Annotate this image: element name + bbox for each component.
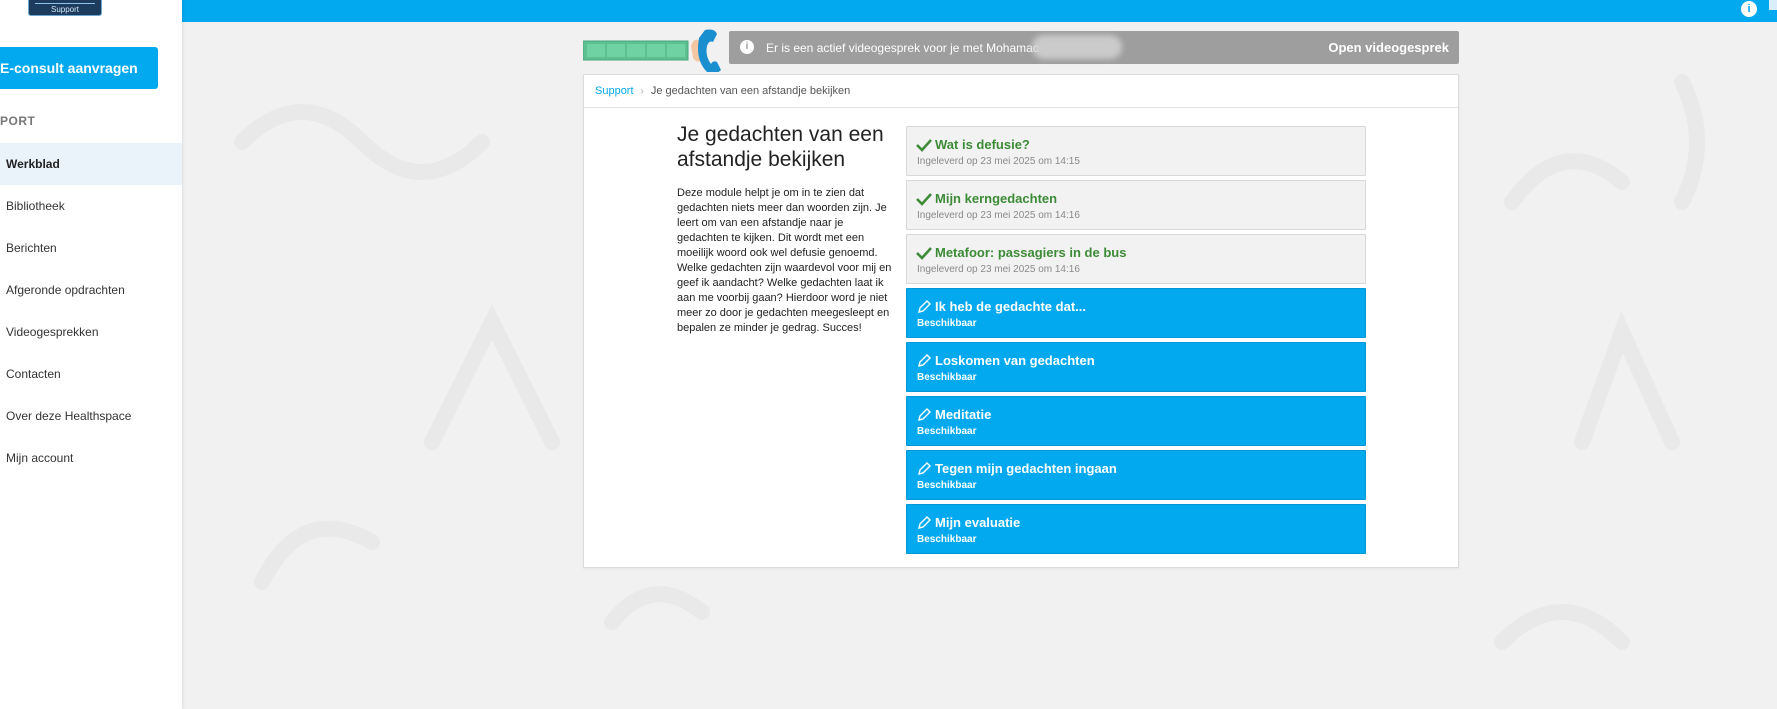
sidebar-item-mijn-account[interactable]: Mijn account [0,437,182,479]
chevron-right-icon: › [640,86,644,97]
redacted-name [1032,35,1122,59]
task-item-tegen-gedachten[interactable]: Tegen mijn gedachten ingaan Beschikbaar [906,450,1366,500]
active-call-banner: i Er is een actief videogesprek voor je … [729,31,1459,64]
sidebar-nav: Werkblad Bibliotheek Berichten Afgeronde… [0,143,182,479]
page-title: Je gedachten van een afstandje bekijken [677,123,884,171]
task-status: Beschikbaar [917,372,977,383]
task-item-wat-is-defusie[interactable]: Wat is defusie? Ingeleverd op 23 mei 202… [906,126,1366,176]
task-item-metafoor-passagiers[interactable]: Metafoor: passagiers in de bus Ingelever… [906,234,1366,284]
sidebar-item-videogesprekken[interactable]: Videogesprekken [0,311,182,353]
module-card: Support › Je gedachten van een afstandje b… [583,74,1459,568]
task-item-ik-heb-de-gedachte[interactable]: Ik heb de gedachte dat... Beschikbaar [906,288,1366,338]
logo-text: Support [50,5,80,14]
task-title: Tegen mijn gedachten ingaan [935,461,1117,476]
pencil-icon [918,408,931,421]
breadcrumb-current: Je gedachten van een afstandje bekijken [650,85,851,97]
module-intro: Je gedachten van een afstandje bekijken … [677,122,897,336]
video-call-icon [583,29,721,72]
task-status: Ingeleverd op 23 mei 2025 om 14:15 [917,156,1080,167]
task-title: Ik heb de gedachte dat... [935,299,1086,314]
task-item-mijn-evaluatie[interactable]: Mijn evaluatie Beschikbaar [906,504,1366,554]
sidebar-item-afgeronde-opdrachten[interactable]: Afgeronde opdrachten [0,269,182,311]
sidebar-item-bibliotheek[interactable]: Bibliotheek [0,185,182,227]
task-status: Beschikbaar [917,534,977,545]
task-title: Meditatie [935,407,992,422]
task-title: Mijn kerngedachten [935,191,1058,206]
check-icon [916,193,932,206]
task-list: Wat is defusie? Ingeleverd op 23 mei 202… [906,126,1366,558]
task-item-meditatie[interactable]: Meditatie Beschikbaar [906,396,1366,446]
info-icon[interactable]: i [1741,1,1757,17]
sidebar: Support E-consult aanvragen PORT Werkbla… [0,0,182,709]
sidebar-item-berichten[interactable]: Berichten [0,227,182,269]
task-status: Beschikbaar [917,318,977,329]
task-title: Mijn evaluatie [935,515,1021,530]
check-icon [916,247,932,260]
logo[interactable]: Support [28,0,102,16]
logo-line [35,3,95,4]
task-item-mijn-kerngedachten[interactable]: Mijn kerngedachten Ingeleverd op 23 mei … [906,180,1366,230]
task-status: Beschikbaar [917,426,977,437]
task-title: Metafoor: passagiers in de bus [935,245,1127,260]
task-status: Ingeleverd op 23 mei 2025 om 14:16 [917,210,1080,221]
pencil-icon [918,516,931,529]
check-icon [916,139,932,152]
task-title: Wat is defusie? [935,137,1030,152]
pencil-icon [918,354,931,367]
breadcrumb: Support › Je gedachten van een afstandje b… [584,75,1458,108]
sidebar-item-over-healthspace[interactable]: Over deze Healthspace [0,395,182,437]
task-status: Beschikbaar [917,480,977,491]
banner-text: Er is een actief videogesprek voor je me… [766,41,1039,55]
module-description: Deze module helpt je om in te zien dat g… [677,187,892,334]
pencil-icon [918,300,931,313]
econsult-button[interactable]: E-consult aanvragen [0,47,158,89]
pencil-icon [918,462,931,475]
task-item-loskomen[interactable]: Loskomen van gedachten Beschikbaar [906,342,1366,392]
top-bar-edge [1769,0,1777,10]
task-title: Loskomen van gedachten [935,353,1095,368]
task-status: Ingeleverd op 23 mei 2025 om 14:16 [917,264,1080,275]
top-bar: i [182,0,1777,22]
sidebar-section-label: PORT [0,114,36,128]
info-icon: i [740,40,754,54]
sidebar-item-werkblad[interactable]: Werkblad [0,143,182,185]
breadcrumb-root[interactable]: Support [595,85,634,97]
open-videocall-link[interactable]: Open videogesprek [1328,40,1449,55]
sidebar-item-contacten[interactable]: Contacten [0,353,182,395]
